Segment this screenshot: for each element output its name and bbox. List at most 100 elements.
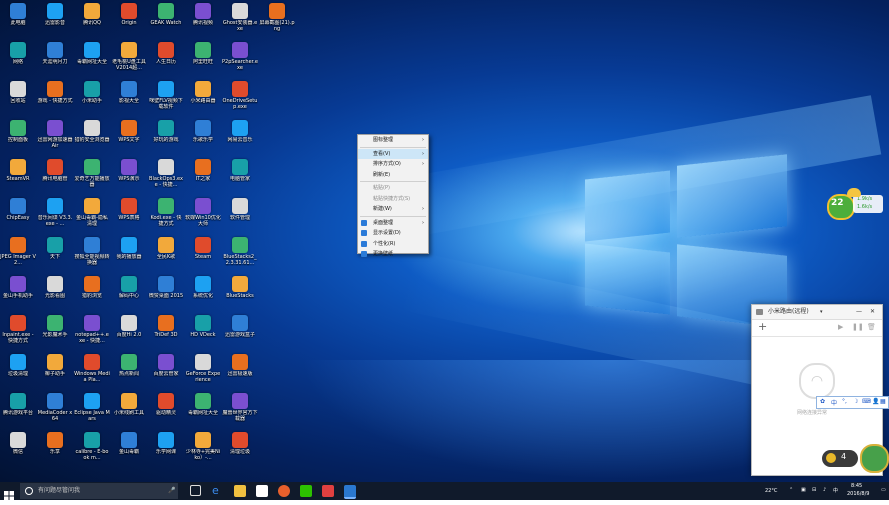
ime-keyboard-icon[interactable]: ⌨ <box>862 398 871 405</box>
notification-icon[interactable]: ▭ <box>881 487 886 493</box>
volume-icon[interactable]: ♪ <box>823 487 826 493</box>
desktop-icon[interactable]: 金山毒霸-隐私清理 <box>74 198 110 227</box>
desktop-icon[interactable]: 百度云管家 <box>148 354 184 377</box>
desktop-icon[interactable]: 人生日历 <box>148 42 184 65</box>
file-explorer-icon[interactable] <box>234 485 246 497</box>
network-icon[interactable]: ⊟ <box>812 487 816 493</box>
desktop-icon[interactable]: 清理垃圾 <box>222 432 258 455</box>
pause-icon[interactable]: ❚❚ <box>852 323 864 331</box>
ime-moon-icon[interactable]: ☽ <box>853 398 858 405</box>
task-view-icon[interactable] <box>190 485 201 496</box>
add-button[interactable]: + <box>758 320 767 333</box>
desktop-icon[interactable]: 热点新闻 <box>111 354 147 377</box>
wechat-icon[interactable] <box>300 485 312 497</box>
desktop-icon[interactable]: 天下 <box>37 237 73 260</box>
desktop-icon[interactable]: notepad++.exe - 快捷... <box>74 315 110 344</box>
desktop-icon[interactable]: BlueStacks <box>222 276 258 299</box>
desktop-icon[interactable]: Origin <box>111 3 147 26</box>
desktop-icon[interactable]: WPS文字 <box>111 120 147 143</box>
desktop-icon[interactable]: 老毛桃U盘工具V2014超... <box>111 42 147 71</box>
desktop-icon[interactable]: 魔兽世界官方下载器 <box>222 393 258 422</box>
desktop-icon[interactable]: 网易云音乐 <box>222 120 258 143</box>
context-menu-item[interactable]: 显示设置(D) <box>358 228 428 239</box>
weather-widget[interactable]: 22 1.9k/s 1.6k/s <box>827 188 885 220</box>
desktop-icon[interactable]: GEAK Watch <box>148 3 184 26</box>
desktop-icon[interactable]: 游戏 - 快捷方式 <box>37 81 73 104</box>
desktop-icon[interactable]: 猎豹浏览 <box>74 276 110 299</box>
desktop-icon[interactable]: 少林寺+完美Niko）-... <box>185 432 221 461</box>
desktop-icon[interactable]: 小米助手 <box>74 81 110 104</box>
ime-toolbar[interactable]: ✿ 中 °, ☽ ⌨ 👤 ▦ <box>816 396 889 409</box>
desktop-icon[interactable]: 金山手机助手 <box>0 276 36 299</box>
desktop-icon[interactable]: 腾讯游戏平台 <box>0 393 36 416</box>
desktop-icon[interactable]: WPS演示 <box>111 159 147 182</box>
desktop-icon[interactable]: Ghost安装器.exe <box>222 3 258 32</box>
desktop-icon[interactable]: 小米路由器 <box>185 81 221 104</box>
desktop-icon[interactable]: calibre - E-book m... <box>74 432 110 461</box>
medal-badge[interactable]: 4 <box>822 450 858 467</box>
clock-time[interactable]: 8:45 <box>851 483 862 489</box>
window-titlebar[interactable]: 小米路由(远程) ▾ — ✕ <box>752 305 882 320</box>
edge-icon[interactable]: e <box>212 485 224 497</box>
desktop-icon[interactable]: TriDef 3D <box>148 315 184 338</box>
cortana-search-box[interactable]: 有问题尽管问我 🎤 <box>20 483 178 499</box>
ime-tray-lang[interactable]: 中 <box>833 487 838 494</box>
desktop-icon[interactable]: MediaCoder x64 <box>37 393 73 422</box>
desktop-icon[interactable]: HD VDeck <box>185 315 221 338</box>
desktop-icon[interactable]: 解码中心 <box>111 276 147 299</box>
desktop-icon[interactable]: 垃圾清理 <box>0 354 36 377</box>
desktop-icon[interactable]: 腾讯QQ <box>74 3 110 26</box>
desktop-icon[interactable]: 椰子助手 <box>37 354 73 377</box>
desktop-icon[interactable]: 回收站 <box>0 81 36 104</box>
tray-app-icon[interactable]: ▣ <box>801 487 806 493</box>
minimize-button[interactable]: — <box>856 305 862 319</box>
avatar[interactable] <box>860 444 889 473</box>
desktop-icon[interactable]: 乐歌乐学 <box>185 120 221 143</box>
clock-date[interactable]: 2016/8/9 <box>847 491 869 497</box>
desktop-icon[interactable]: 我的播放器 <box>111 237 147 260</box>
desktop-icon[interactable]: 百度Hi 2.0 <box>111 315 147 338</box>
desktop-icon[interactable]: 电脑管家 <box>222 159 258 182</box>
context-menu-item[interactable]: 新建(W) › <box>358 204 428 215</box>
desktop[interactable]: 此电脑 迅雷影音 腾讯QQ Origin GEAK Watch 腾讯视频 Ghost安装器.… <box>0 0 889 482</box>
ime-paw-icon[interactable]: ✿ <box>820 398 825 405</box>
desktop-icon[interactable]: BlueStacks2_2.3.31.61... <box>222 237 258 266</box>
desktop-icon[interactable]: 阿里旺旺 <box>185 42 221 65</box>
desktop-icon[interactable]: 微赞桌面 2015 <box>148 276 184 299</box>
ime-punct-icon[interactable]: °, <box>842 398 847 405</box>
tray-chevron-icon[interactable]: ⌃ <box>789 487 793 493</box>
desktop-icon[interactable]: 控制面板 <box>0 120 36 143</box>
desktop-icon[interactable]: 乐学网课 <box>148 432 184 455</box>
desktop-icon[interactable]: SteamVR <box>0 159 36 182</box>
desktop-icon[interactable]: 网络 <box>0 42 36 65</box>
desktop-icon[interactable]: Eclipse Java Mars <box>74 393 110 422</box>
desktop-icon[interactable]: 乐享 <box>37 432 73 455</box>
microphone-icon[interactable]: 🎤 <box>168 483 175 499</box>
desktop-icon[interactable]: 音乐间谍 V3.3.exe - ... <box>37 198 73 227</box>
desktop-icon[interactable]: 微信 <box>0 432 36 455</box>
desktop-icon[interactable]: 金山毒霸 <box>111 432 147 455</box>
desktop-icon[interactable]: 天涯明月刀 <box>37 42 73 65</box>
browser-icon[interactable] <box>278 485 290 497</box>
desktop-icon[interactable]: 迅雷游戏盒子 <box>222 315 258 338</box>
ime-lang[interactable]: 中 <box>831 398 837 407</box>
desktop-icon[interactable]: 搜狐全能视频转换器 <box>74 237 110 266</box>
desktop-icon[interactable]: 猎豹安全浏览器 <box>74 120 110 143</box>
desktop-icon[interactable]: 系统优化 <box>185 276 221 299</box>
desktop-icon[interactable]: IT之家 <box>185 159 221 182</box>
desktop-icon[interactable]: 毒霸网址大全 <box>185 393 221 416</box>
store-icon[interactable] <box>256 485 268 497</box>
desktop-icon[interactable]: BlackOps3.exe - 快捷... <box>148 159 184 188</box>
desktop-icon[interactable]: 迅雷网游加速器Air <box>37 120 73 149</box>
desktop-icon[interactable]: 爱奇艺万能播放器 <box>74 159 110 188</box>
desktop-icon[interactable]: JPEG Imager V2... <box>0 237 36 266</box>
desktop-icon[interactable]: 好玩的游戏 <box>148 120 184 143</box>
desktop-icon[interactable]: OneDriveSetup.exe <box>222 81 258 110</box>
title-dropdown-icon[interactable]: ▾ <box>820 305 823 319</box>
context-menu-item[interactable]: 桌面整理 › <box>358 218 428 229</box>
ime-user-icon[interactable]: 👤 <box>872 398 879 405</box>
taskbar-weather[interactable]: 22°C <box>765 488 777 494</box>
delete-icon[interactable]: 🗑 <box>867 323 876 331</box>
context-menu-item[interactable]: 图标整理 › <box>358 135 428 146</box>
desktop-icon[interactable]: 影视大全 <box>111 81 147 104</box>
